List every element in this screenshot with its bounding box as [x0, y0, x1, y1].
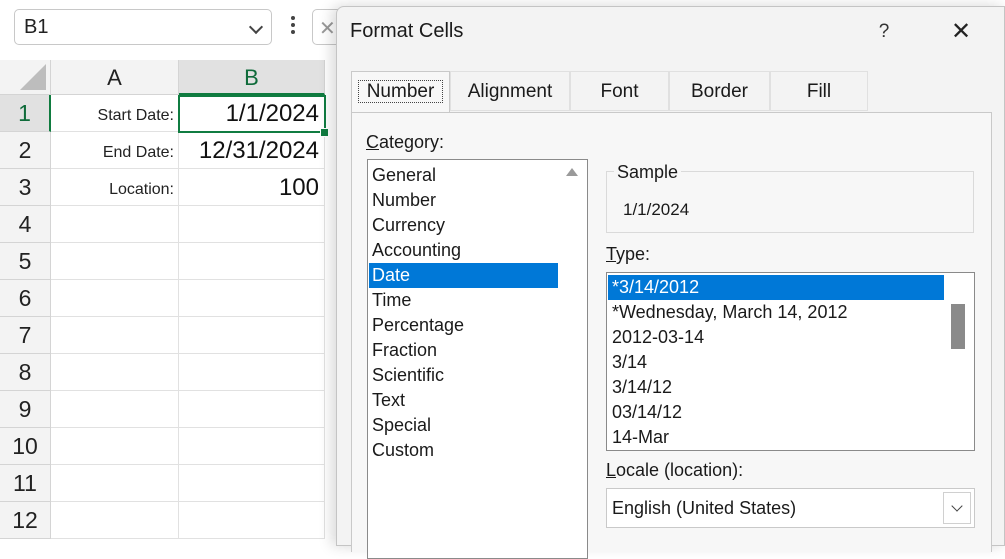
category-item-currency[interactable]: Currency [369, 213, 558, 238]
name-box[interactable]: B1 [14, 9, 272, 45]
cell-b10[interactable] [179, 428, 325, 465]
cell-a11[interactable] [51, 465, 179, 502]
category-item-special[interactable]: Special [369, 413, 558, 438]
sample-value: 1/1/2024 [623, 200, 690, 219]
category-item-fraction[interactable]: Fraction [369, 338, 558, 363]
type-list[interactable]: *3/14/2012 *Wednesday, March 14, 2012 2012… [606, 272, 975, 451]
category-item-general[interactable]: General [369, 163, 558, 188]
category-item-time[interactable]: Time [369, 288, 558, 313]
tab-alignment[interactable]: Alignment [450, 71, 570, 111]
close-icon: ✕ [950, 18, 972, 45]
type-item[interactable]: 3/14/12 [608, 375, 944, 400]
category-item-date[interactable]: Date [369, 263, 558, 288]
chevron-down-icon[interactable] [248, 19, 264, 35]
row-header-4[interactable]: 4 [0, 206, 51, 243]
type-item[interactable]: 3/14 [608, 350, 944, 375]
cell-a2[interactable]: End Date: [51, 132, 179, 169]
cell-b1[interactable]: 1/1/2024 [179, 95, 325, 132]
tab-font[interactable]: Font [570, 71, 669, 111]
row-header-7[interactable]: 7 [0, 317, 51, 354]
column-header-b[interactable]: B [179, 60, 325, 95]
category-item-custom[interactable]: Custom [369, 438, 558, 463]
cell-b3[interactable]: 100 [179, 169, 325, 206]
type-item[interactable]: *3/14/2012 [608, 275, 944, 300]
scroll-up-icon[interactable] [566, 168, 578, 176]
cell-a4[interactable] [51, 206, 179, 243]
type-item[interactable]: 14-Mar [608, 425, 944, 450]
spreadsheet: B1 ✕ A B 1 Start Date: 1/1/2024 2 End Date: 1… [0, 0, 352, 540]
more-options-icon[interactable] [291, 16, 295, 37]
cell-b4[interactable] [179, 206, 325, 243]
category-item-percentage[interactable]: Percentage [369, 313, 558, 338]
cell-a8[interactable] [51, 354, 179, 391]
cancel-icon: ✕ [319, 18, 336, 40]
cell-a3[interactable]: Location: [51, 169, 179, 206]
column-header-a[interactable]: A [51, 60, 179, 95]
close-button[interactable]: ✕ [945, 17, 977, 47]
fill-handle[interactable] [320, 128, 329, 137]
cell-a7[interactable] [51, 317, 179, 354]
chevron-down-icon[interactable] [943, 492, 971, 524]
category-label: Category: [366, 132, 445, 152]
cell-a5[interactable] [51, 243, 179, 280]
category-item-number[interactable]: Number [369, 188, 558, 213]
cell-a10[interactable] [51, 428, 179, 465]
category-list[interactable]: General Number Currency Accounting Date Time P… [367, 159, 588, 559]
cell-b11[interactable] [179, 465, 325, 502]
locale-select[interactable]: English (United States) [606, 488, 975, 528]
cell-b12[interactable] [179, 502, 325, 539]
cell-a12[interactable] [51, 502, 179, 539]
row-header-2[interactable]: 2 [0, 132, 51, 169]
type-item[interactable]: 2012-03-14 [608, 325, 944, 350]
dialog-title: Format Cells [350, 20, 464, 42]
cell-a9[interactable] [51, 391, 179, 428]
row-header-5[interactable]: 5 [0, 243, 51, 280]
category-item-scientific[interactable]: Scientific [369, 363, 558, 388]
cell-b6[interactable] [179, 280, 325, 317]
type-item[interactable]: 03/14/12 [608, 400, 944, 425]
tab-fill[interactable]: Fill [770, 71, 868, 111]
name-box-value: B1 [24, 16, 49, 38]
help-button[interactable]: ? [869, 17, 899, 47]
tab-border[interactable]: Border [669, 71, 770, 111]
row-header-9[interactable]: 9 [0, 391, 51, 428]
category-item-text[interactable]: Text [369, 388, 558, 413]
row-header-10[interactable]: 10 [0, 428, 51, 465]
row-header-11[interactable]: 11 [0, 465, 51, 502]
cell-b9[interactable] [179, 391, 325, 428]
row-header-1[interactable]: 1 [0, 95, 51, 132]
locale-label: Locale (location): [606, 460, 744, 480]
row-header-12[interactable]: 12 [0, 502, 51, 539]
tab-number[interactable]: Number [351, 71, 450, 113]
formula-bar: B1 ✕ [0, 0, 352, 60]
type-scrollbar-thumb[interactable] [951, 304, 965, 349]
type-label: Type: [606, 244, 651, 264]
cell-b2[interactable]: 12/31/2024 [179, 132, 325, 169]
row-header-8[interactable]: 8 [0, 354, 51, 391]
type-item[interactable]: *Wednesday, March 14, 2012 [608, 300, 944, 325]
row-header-3[interactable]: 3 [0, 169, 51, 206]
cell-b5[interactable] [179, 243, 325, 280]
sample-label: Sample [614, 162, 682, 183]
cell-b7[interactable] [179, 317, 325, 354]
category-item-accounting[interactable]: Accounting [369, 238, 558, 263]
locale-value: English (United States) [612, 498, 797, 518]
select-all-button[interactable] [0, 60, 51, 95]
cell-b8[interactable] [179, 354, 325, 391]
format-cells-dialog: Format Cells ? ✕ Number Alignment Font B… [336, 6, 1005, 559]
row-header-6[interactable]: 6 [0, 280, 51, 317]
cell-a1[interactable]: Start Date: [51, 95, 179, 132]
cell-a6[interactable] [51, 280, 179, 317]
